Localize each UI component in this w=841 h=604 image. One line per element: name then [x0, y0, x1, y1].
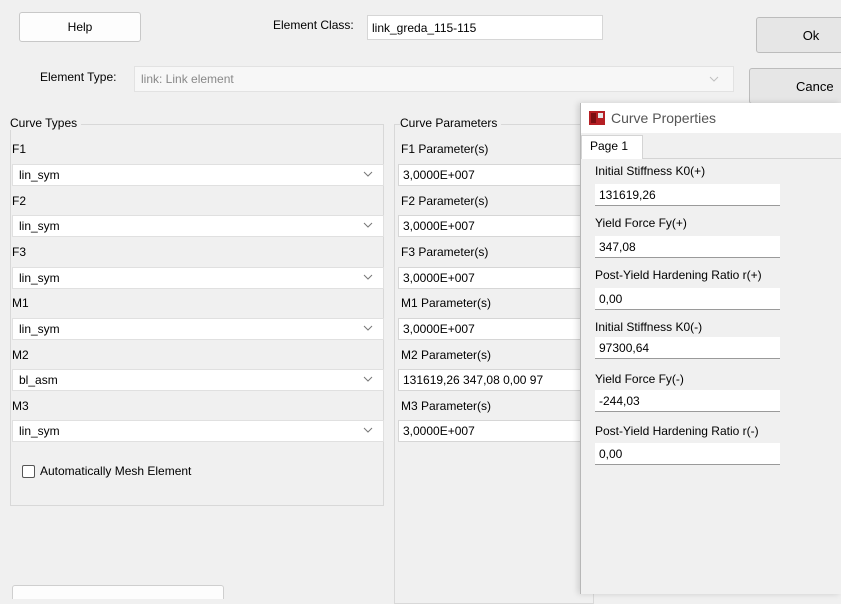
prop-label-k0-neg: Initial Stiffness K0(-)	[595, 320, 703, 334]
chevron-down-icon	[363, 376, 373, 382]
element-class-input[interactable]: link_greda_115-115	[367, 15, 603, 40]
prop-input-fy-pos[interactable]: 347,08	[595, 236, 780, 258]
prop-label-r-pos: Post-Yield Hardening Ratio r(+)	[595, 268, 762, 282]
prop-label-fy-neg: Yield Force Fy(-)	[595, 372, 684, 386]
curve-param-label-f1: F1 Parameter(s)	[401, 142, 489, 156]
dialog-title: Curve Properties	[611, 110, 717, 126]
chevron-down-icon	[709, 76, 719, 82]
chevron-down-icon	[363, 171, 373, 177]
curve-type-value: lin_sym	[19, 168, 60, 182]
prop-label-k0-pos: Initial Stiffness K0(+)	[595, 164, 706, 178]
curve-param-label-f3: F3 Parameter(s)	[401, 245, 489, 259]
element-type-select[interactable]: link: Link element	[134, 66, 734, 92]
curve-type-value: lin_sym	[19, 424, 60, 438]
curve-type-label-f3: F3	[12, 245, 27, 259]
cancel-button[interactable]: Cance	[749, 68, 841, 104]
curve-type-select-f1[interactable]: lin_sym	[12, 164, 384, 186]
prop-label-fy-pos: Yield Force Fy(+)	[595, 216, 687, 230]
auto-mesh-label: Automatically Mesh Element	[40, 464, 192, 478]
chevron-down-icon	[363, 274, 373, 280]
prop-label-r-neg: Post-Yield Hardening Ratio r(-)	[595, 424, 759, 438]
curve-param-label-m1: M1 Parameter(s)	[401, 296, 492, 310]
curve-properties-dialog: Curve Properties Page 1 Initial Stiffnes…	[580, 103, 841, 594]
curve-param-label-m3: M3 Parameter(s)	[401, 399, 492, 413]
chevron-down-icon	[363, 325, 373, 331]
curve-type-value: lin_sym	[19, 219, 60, 233]
curve-type-label-m1: M1	[12, 296, 29, 310]
tab-page-1[interactable]: Page 1	[581, 135, 643, 159]
curve-type-value: lin_sym	[19, 271, 60, 285]
element-class-label: Element Class:	[273, 18, 354, 32]
ok-button[interactable]: Ok	[756, 17, 841, 53]
curve-type-select-f3[interactable]: lin_sym	[12, 267, 384, 289]
prop-input-r-pos[interactable]: 0,00	[595, 288, 780, 310]
help-button[interactable]: Help	[19, 12, 141, 42]
curve-param-input-m2[interactable]: 131619,26 347,08 0,00 97	[398, 369, 598, 391]
curve-type-value: bl_asm	[19, 373, 58, 387]
curve-param-input-f3[interactable]: 3,0000E+007	[398, 267, 598, 289]
curve-type-label-m3: M3	[12, 399, 29, 413]
curve-param-label-f2: F2 Parameter(s)	[401, 194, 489, 208]
curve-types-heading: Curve Types	[10, 116, 82, 130]
curve-type-select-m3[interactable]: lin_sym	[12, 420, 384, 442]
curve-type-value: lin_sym	[19, 322, 60, 336]
curve-type-select-m1[interactable]: lin_sym	[12, 318, 384, 340]
curve-param-input-f1[interactable]: 3,0000E+007	[398, 164, 598, 186]
element-type-value: link: Link element	[141, 72, 234, 86]
prop-input-k0-neg[interactable]: 97300,64	[595, 337, 780, 359]
chevron-down-icon	[363, 427, 373, 433]
curve-type-select-f2[interactable]: lin_sym	[12, 215, 384, 237]
curve-type-label-f2: F2	[12, 194, 27, 208]
auto-mesh-checkbox[interactable]	[22, 465, 35, 478]
prop-input-fy-neg[interactable]: -244,03	[595, 390, 780, 412]
prop-input-r-neg[interactable]: 0,00	[595, 443, 780, 465]
curve-type-label-f1: F1	[12, 142, 27, 156]
curve-parameters-heading: Curve Parameters	[400, 116, 502, 130]
prop-input-k0-pos[interactable]: 131619,26	[595, 184, 780, 206]
element-type-label: Element Type:	[40, 70, 117, 84]
curve-param-label-m2: M2 Parameter(s)	[401, 348, 492, 362]
curve-param-input-m3[interactable]: 3,0000E+007	[398, 420, 598, 442]
bottom-button[interactable]	[12, 585, 224, 599]
tab-page-1-label: Page 1	[590, 139, 629, 153]
curve-param-input-f2[interactable]: 3,0000E+007	[398, 215, 598, 237]
curve-type-select-m2[interactable]: bl_asm	[12, 369, 384, 391]
curve-type-label-m2: M2	[12, 348, 29, 362]
curve-param-input-m1[interactable]: 3,0000E+007	[398, 318, 598, 340]
app-icon	[589, 111, 605, 125]
chevron-down-icon	[363, 222, 373, 228]
